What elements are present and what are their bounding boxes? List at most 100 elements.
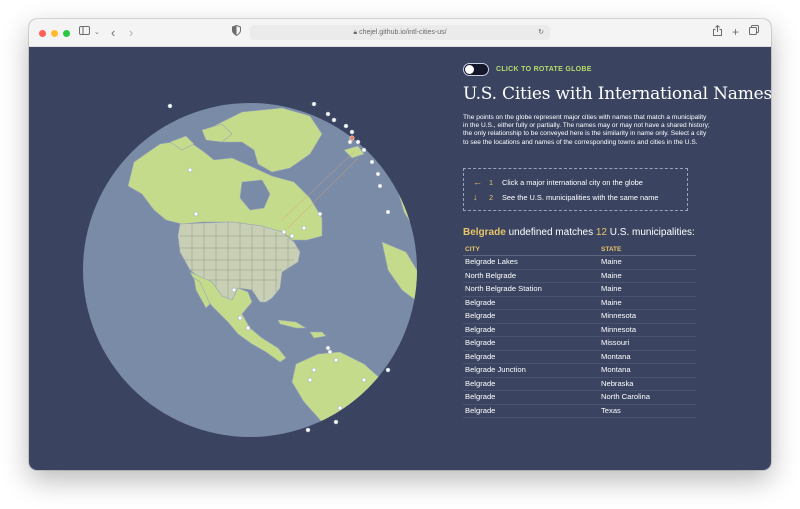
instruction-step-1: ← 1 Click a major international city on … (473, 177, 643, 187)
state-cell: Minnesota (601, 324, 637, 334)
city-cell: Belgrade Lakes (465, 257, 518, 266)
city-point[interactable] (193, 211, 199, 217)
table-body: Belgrade Lakes Maine North Belgrade Maine No… (463, 256, 696, 418)
city-point[interactable] (361, 377, 367, 383)
city-point[interactable] (307, 377, 313, 383)
maximize-window-button[interactable] (63, 30, 70, 37)
city-cell: Belgrade (465, 324, 496, 334)
city-cell: Belgrade (465, 378, 496, 388)
rotate-toggle[interactable]: CLICK TO ROTATE GLOBE (463, 62, 592, 76)
table-row: Belgrade Montana (463, 351, 696, 364)
city-point[interactable] (349, 129, 355, 135)
share-icon[interactable] (713, 24, 722, 40)
city-point[interactable] (305, 427, 311, 433)
city-point[interactable] (167, 103, 173, 109)
state-cell: Texas (601, 405, 621, 415)
city-point[interactable] (369, 159, 375, 165)
step-text: See the U.S. municipalities with the sam… (502, 192, 659, 202)
match-summary: Belgrade undefined matches 12 U.S. munic… (463, 227, 695, 238)
city-point[interactable] (337, 405, 343, 411)
reload-icon[interactable]: ↻ (538, 25, 544, 40)
selected-city-name: Belgrade (463, 227, 506, 238)
tab-overview-icon[interactable] (749, 25, 759, 40)
city-point[interactable] (317, 211, 323, 217)
back-icon[interactable]: ‹ (111, 25, 115, 40)
state-cell: Nebraska (601, 378, 634, 388)
rotate-switch[interactable] (463, 62, 489, 76)
selected-city-point[interactable] (349, 135, 355, 141)
city-point[interactable] (347, 139, 353, 145)
city-point[interactable] (385, 367, 391, 373)
city-point[interactable] (361, 147, 367, 153)
close-window-button[interactable] (39, 30, 46, 37)
table-row: Belgrade Minnesota (463, 324, 696, 337)
step-text: Click a major international city on the … (502, 177, 643, 187)
column-header-city: CITY (465, 246, 480, 253)
state-cell: Minnesota (601, 311, 637, 320)
forward-icon[interactable]: › (129, 25, 133, 40)
state-cell: Maine (601, 297, 622, 307)
city-point[interactable] (187, 167, 193, 173)
city-point[interactable] (333, 419, 339, 425)
arrow-left-icon: ← (473, 177, 482, 187)
table-header: CITY STATE (463, 245, 696, 256)
chevron-down-icon[interactable]: ⌄ (94, 25, 100, 40)
table-row: Belgrade Nebraska (463, 378, 696, 391)
city-cell: Belgrade (465, 405, 496, 415)
table-row: Belgrade Missouri (463, 337, 696, 351)
globe[interactable] (82, 102, 418, 438)
browser-window: ⌄ ‹ › 🔒︎ chejel.github.io/intl-cities-us… (29, 19, 771, 470)
city-point[interactable] (231, 287, 237, 293)
switch-knob (465, 64, 474, 74)
city-point[interactable] (375, 171, 381, 177)
city-point[interactable] (343, 123, 349, 129)
city-point[interactable] (385, 209, 391, 215)
city-point[interactable] (237, 315, 243, 321)
city-point[interactable] (311, 367, 317, 373)
state-cell: Montana (601, 365, 631, 374)
city-point[interactable] (325, 345, 331, 351)
address-text: chejel.github.io/intl-cities-us/ (359, 29, 447, 36)
step-number: 1 (489, 177, 494, 187)
city-cell: Belgrade (465, 297, 496, 307)
match-count: 12 (595, 227, 607, 238)
city-point[interactable] (355, 139, 361, 145)
instructions-box: ← 1 Click a major international city on … (463, 168, 688, 211)
step-number: 2 (489, 192, 494, 202)
city-point[interactable] (377, 183, 383, 189)
city-point[interactable] (325, 111, 331, 117)
city-point[interactable] (245, 325, 251, 331)
city-point[interactable] (327, 349, 333, 355)
city-point[interactable] (311, 102, 317, 107)
table-row: Belgrade North Carolina (463, 391, 696, 405)
city-point[interactable] (331, 117, 337, 123)
city-point[interactable] (301, 225, 307, 231)
city-point[interactable] (333, 357, 339, 363)
city-cell: Belgrade (465, 338, 496, 347)
selected-city-country: undefined (508, 227, 553, 238)
table-row: Belgrade Minnesota (463, 310, 696, 324)
state-cell: Missouri (601, 338, 630, 347)
state-cell: Montana (601, 351, 631, 361)
page-title: U.S. Cities with International Names (463, 84, 771, 104)
arrow-down-icon: ↓ (473, 192, 478, 202)
instruction-step-2: ↓ 2 See the U.S. municipalities with the… (473, 192, 659, 202)
table-row: Belgrade Lakes Maine (463, 256, 696, 270)
privacy-shield-icon[interactable] (232, 24, 241, 40)
table-row: North Belgrade Maine (463, 270, 696, 283)
city-point[interactable] (289, 233, 295, 239)
lock-icon: 🔒︎ (353, 29, 358, 36)
browser-toolbar: ⌄ ‹ › 🔒︎ chejel.github.io/intl-cities-us… (29, 19, 771, 47)
city-cell: North Belgrade (465, 270, 517, 280)
address-bar[interactable]: 🔒︎ chejel.github.io/intl-cities-us/ ↻ (250, 25, 550, 40)
state-cell: Maine (601, 257, 622, 266)
table-row: Belgrade Maine (463, 297, 696, 310)
new-tab-icon[interactable]: + (732, 25, 739, 40)
minimize-window-button[interactable] (51, 30, 58, 37)
matches-table: CITY STATE Belgrade Lakes Maine North Belg… (463, 245, 696, 418)
city-cell: Belgrade (465, 351, 496, 361)
rotate-toggle-label[interactable]: CLICK TO ROTATE GLOBE (496, 66, 592, 73)
sidebar-icon[interactable] (79, 25, 90, 40)
table-row: Belgrade Junction Montana (463, 364, 696, 378)
city-point[interactable] (281, 229, 287, 235)
